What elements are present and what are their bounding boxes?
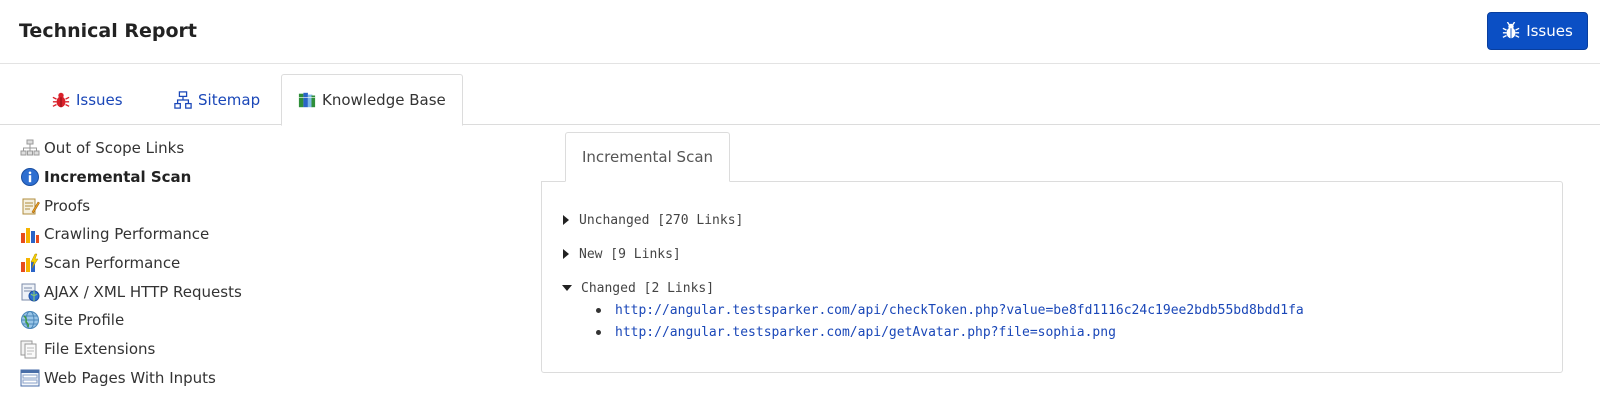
tab-sitemap[interactable]: Sitemap: [158, 74, 276, 125]
tab-label: Knowledge Base: [322, 91, 446, 109]
sitemap-icon: [174, 90, 192, 109]
tree-node-label: New [9 Links]: [579, 246, 681, 262]
sidebar-item-label: File Extensions: [44, 340, 156, 359]
tree-node-unchanged[interactable]: Unchanged [270 Links]: [562, 203, 1304, 237]
form-window-icon: [20, 369, 40, 387]
sidebar-item-label: Out of Scope Links: [44, 139, 185, 158]
sidebar-item-incremental-scan[interactable]: Incremental Scan: [20, 163, 340, 192]
tab-issues[interactable]: Issues: [36, 74, 139, 125]
incremental-scan-panel: Unchanged [270 Links] New [9 Links] Chan…: [541, 181, 1563, 373]
caret-right-icon: [563, 249, 569, 259]
sidebar-item-label: Site Profile: [44, 311, 125, 330]
list-item: http://angular.testsparker.com/api/getAv…: [596, 321, 1304, 343]
tree-node-new[interactable]: New [9 Links]: [562, 237, 1304, 271]
incremental-scan-tree: Unchanged [270 Links] New [9 Links] Chan…: [562, 203, 1304, 343]
sidebar-item-label: Proofs: [44, 196, 91, 215]
changed-link[interactable]: http://angular.testsparker.com/api/getAv…: [615, 325, 1116, 340]
changed-links-list: http://angular.testsparker.com/api/check…: [596, 299, 1304, 343]
sidebar-item-file-extensions[interactable]: File Extensions: [20, 335, 340, 364]
info-icon: [21, 168, 39, 187]
sidebar-item-site-profile[interactable]: Site Profile: [20, 306, 340, 335]
document-edit-icon: [22, 198, 40, 215]
tab-knowledge-base[interactable]: Knowledge Base: [281, 74, 463, 126]
globe-page-icon: [21, 283, 40, 302]
sidebar-item-ajax-xml-http-requests[interactable]: AJAX / XML HTTP Requests: [20, 277, 340, 306]
tree-node-label: Unchanged [270 Links]: [579, 212, 744, 228]
sidebar-item-proofs[interactable]: Proofs: [20, 191, 340, 220]
bar-chart-icon: [21, 228, 39, 244]
sidebar-item-label: Incremental Scan: [44, 168, 192, 187]
files-icon: [20, 340, 37, 359]
bullet: [596, 329, 601, 335]
sidebar-item-label: Web Pages With Inputs: [44, 368, 216, 387]
tab-label: Sitemap: [198, 90, 261, 109]
page-header: Technical Report Issues: [0, 0, 1600, 64]
sidebar-item-label: Scan Performance: [44, 254, 181, 273]
tab-incremental-scan[interactable]: Incremental Scan: [565, 132, 730, 182]
caret-right-icon: [563, 215, 569, 225]
books-icon: [298, 92, 316, 108]
tree-node-label: Changed [2 Links]: [581, 280, 715, 296]
page-title: Technical Report: [19, 20, 197, 42]
sidebar-item-web-pages-with-inputs[interactable]: Web Pages With Inputs: [20, 364, 340, 393]
changed-link[interactable]: http://angular.testsparker.com/api/check…: [615, 303, 1304, 318]
sidebar-item-scan-performance[interactable]: Scan Performance: [20, 249, 340, 278]
issues-button-label: Issues: [1526, 22, 1573, 40]
issues-button[interactable]: Issues: [1487, 12, 1588, 50]
sidebar-item-crawling-performance[interactable]: Crawling Performance: [20, 220, 340, 249]
bullet: [596, 307, 601, 313]
sidebar-item-out-of-scope-links[interactable]: Out of Scope Links: [20, 134, 340, 163]
report-tabs: Issues Sitemap Knowledge Base: [0, 74, 1600, 126]
bug-icon: [1502, 22, 1520, 39]
caret-down-icon: [562, 285, 572, 291]
knowledge-base-sidebar: Out of Scope Links Incremental Scan Proo…: [20, 134, 340, 392]
bug-icon: [52, 92, 70, 107]
tab-label: Issues: [76, 90, 123, 109]
list-item: http://angular.testsparker.com/api/check…: [596, 299, 1304, 321]
sidebar-item-label: Crawling Performance: [44, 225, 210, 244]
sidebar-item-label: AJAX / XML HTTP Requests: [44, 282, 242, 301]
sitemap-gray-icon: [20, 139, 40, 156]
globe-icon: [21, 311, 39, 330]
bar-chart-lightning-icon: [21, 253, 39, 273]
